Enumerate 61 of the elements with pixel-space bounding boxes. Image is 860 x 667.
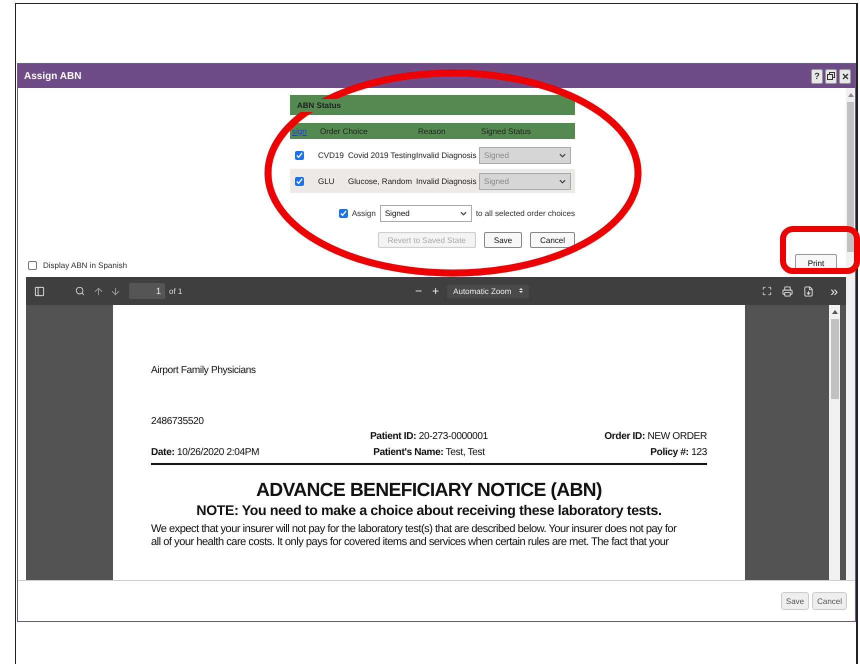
reason-text: Invalid Diagnosis bbox=[416, 150, 476, 160]
policy-number: Policy #: 123 bbox=[649, 447, 707, 458]
scrollbar-thumb[interactable] bbox=[847, 102, 854, 252]
column-header: Signed Status bbox=[479, 123, 575, 139]
scrollbar-thumb[interactable] bbox=[830, 319, 838, 399]
footer-button[interactable]: Cancel bbox=[812, 592, 847, 610]
paragraph-line: all of your health care costs. It only pays for covered items and services when certain rules are met. The fact that your bbox=[151, 536, 670, 548]
assign-label: Assign bbox=[352, 209, 376, 218]
column-header: Reason bbox=[416, 123, 479, 139]
order-id: Order ID: NEW ORDER bbox=[603, 431, 707, 442]
scrollbar[interactable] bbox=[829, 305, 840, 580]
reason-text: Invalid Diagnosis bbox=[416, 176, 476, 186]
more-tools-button[interactable]: » bbox=[830, 283, 838, 299]
page-count: of 1 bbox=[169, 286, 182, 296]
checkbox[interactable] bbox=[295, 176, 304, 186]
assign-checkbox[interactable] bbox=[338, 209, 348, 218]
scroll-up-icon[interactable] bbox=[832, 309, 838, 315]
checkbox[interactable] bbox=[295, 150, 304, 160]
order-name: Glucose, Random bbox=[348, 176, 412, 186]
practice-name: Airport Family Physicians bbox=[151, 365, 257, 376]
print-icon[interactable] bbox=[782, 286, 794, 296]
document-title: ADVANCE BENEFICIARY NOTICE (ABN) bbox=[255, 480, 603, 502]
restore-icon bbox=[827, 72, 835, 80]
up-arrow-icon[interactable] bbox=[93, 286, 104, 296]
close-icon bbox=[842, 72, 848, 80]
zoom-dropdown[interactable]: Automatic Zoom bbox=[447, 284, 530, 298]
page-number-field[interactable]: 1 bbox=[129, 283, 165, 299]
paragraph-line: We expect that your insurer will not pay for the laboratory test(s) that are described below. Your insurer does not pay for bbox=[151, 523, 678, 535]
order-code: GLU bbox=[318, 176, 336, 186]
assign-suffix: to all selected order choices bbox=[476, 209, 575, 218]
spanish-checkbox[interactable] bbox=[28, 261, 37, 270]
phone-number: 2486735520 bbox=[151, 416, 205, 427]
caret-icon bbox=[460, 211, 467, 216]
stepper-icon bbox=[519, 286, 524, 294]
assign-dropdown[interactable]: Signed bbox=[380, 205, 472, 222]
spanish-label: Display ABN in Spanish bbox=[43, 261, 128, 270]
action-button[interactable]: Cancel bbox=[530, 232, 575, 248]
zoom-in-button[interactable]: + bbox=[432, 284, 440, 298]
fullscreen-icon[interactable] bbox=[762, 286, 772, 296]
restore-button[interactable] bbox=[825, 68, 837, 84]
search-icon[interactable] bbox=[75, 286, 85, 296]
scroll-up-icon[interactable] bbox=[848, 92, 854, 98]
column-header: Order Choice bbox=[318, 123, 416, 139]
sidebar-toggle-icon[interactable] bbox=[34, 286, 45, 296]
down-arrow-icon[interactable] bbox=[110, 286, 121, 296]
scrollbar[interactable] bbox=[846, 88, 855, 580]
date-field: Date: 10/26/2020 2:04PM bbox=[151, 447, 336, 458]
panel-title: ABN Status bbox=[296, 98, 342, 112]
notice-note: NOTE: You need to make a choice about receiving these laboratory tests. bbox=[195, 502, 663, 518]
patient-id: Patient ID: 20-273-0000001 bbox=[369, 431, 489, 442]
footer-button[interactable]: Save bbox=[780, 592, 810, 610]
order-name: Covid 2019 Testing bbox=[348, 150, 416, 160]
action-button[interactable]: Save bbox=[484, 232, 522, 248]
download-icon[interactable] bbox=[803, 286, 814, 296]
caret-icon bbox=[559, 178, 566, 184]
patient-name: Patient's Name: Test, Test bbox=[372, 447, 486, 458]
help-button[interactable]: ? bbox=[811, 68, 823, 84]
dialog-title: Assign ABN bbox=[24, 70, 82, 82]
caret-icon bbox=[559, 152, 566, 158]
zoom-out-button[interactable]: − bbox=[415, 284, 422, 298]
close-button[interactable] bbox=[839, 68, 851, 84]
